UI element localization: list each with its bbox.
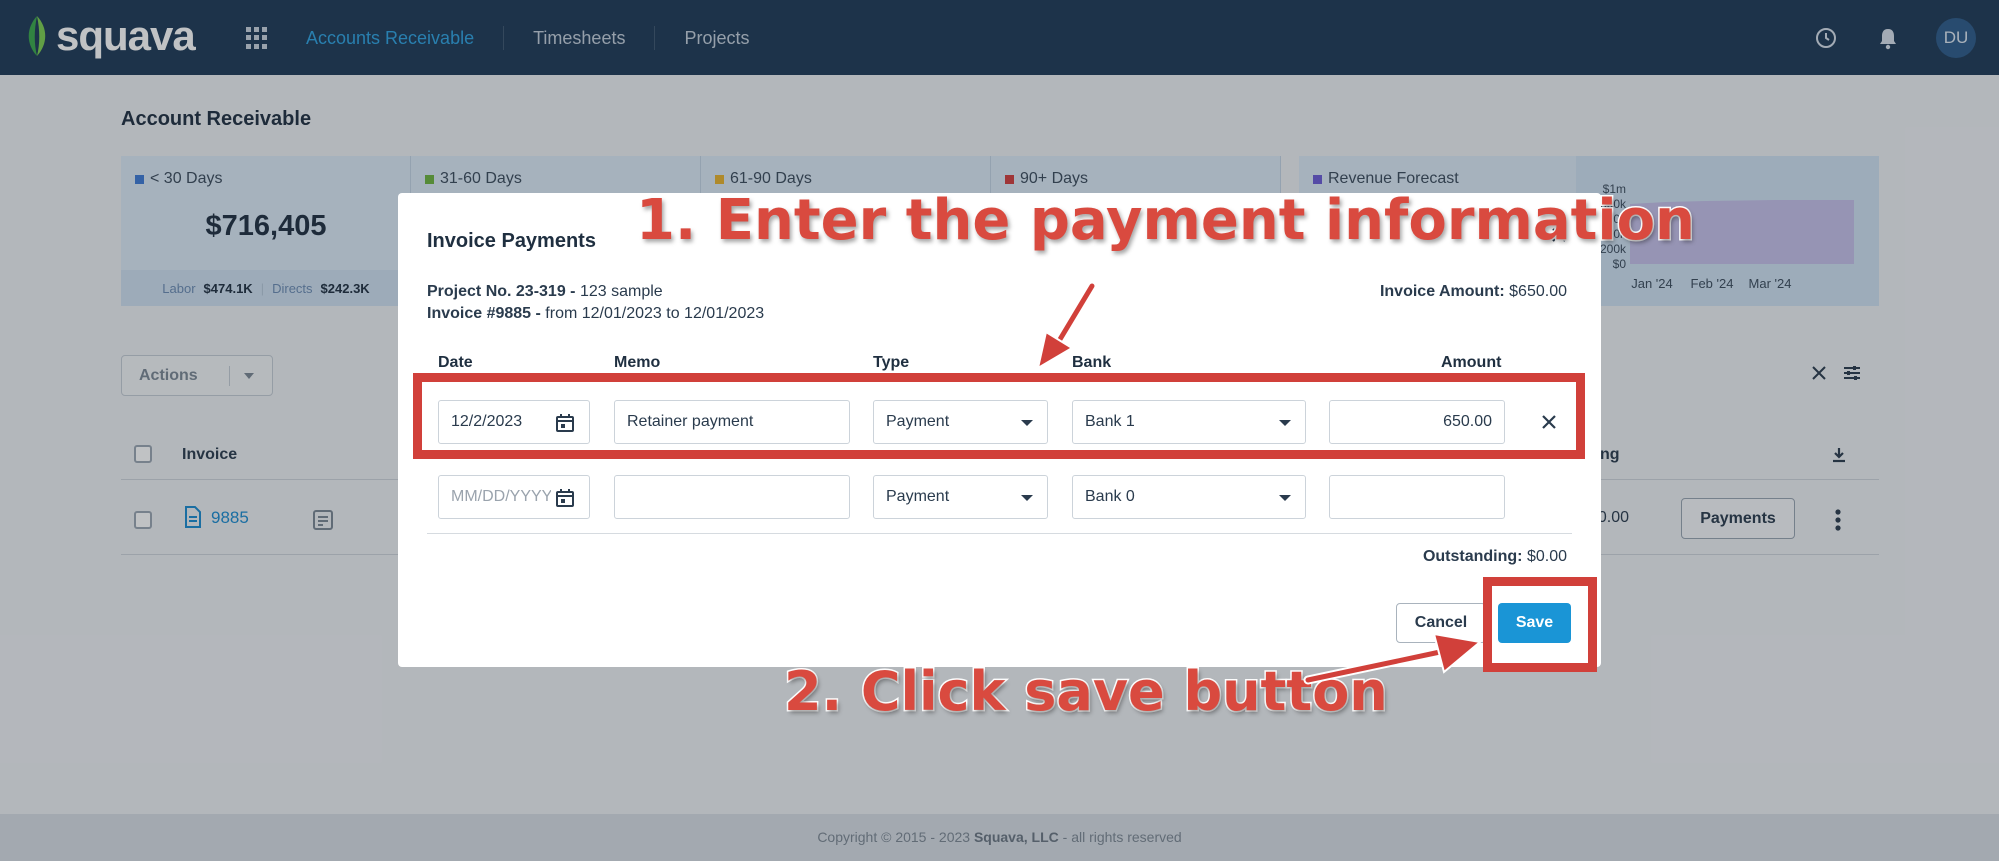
save-button-highlight <box>1483 577 1597 672</box>
invoice-amount-label: Invoice Amount: <box>1379 283 1505 300</box>
column-amount: Amount <box>1441 354 1502 371</box>
bank-select[interactable]: Bank 0 <box>1072 475 1306 519</box>
project-info: Project No. 23-319 - 123 sample <box>427 283 663 301</box>
invoice-number: Invoice #9885 - <box>427 305 541 322</box>
divider <box>427 533 1572 534</box>
invoice-amount-value: $650.00 <box>1509 283 1567 300</box>
chevron-down-icon <box>1021 495 1033 501</box>
calendar-icon[interactable] <box>555 488 575 508</box>
bank-value: Bank 0 <box>1085 488 1135 505</box>
column-date: Date <box>438 354 473 371</box>
column-memo: Memo <box>614 354 661 371</box>
type-select[interactable]: Payment <box>873 475 1048 519</box>
type-value: Payment <box>886 488 950 505</box>
date-placeholder: MM/DD/YYYY <box>451 488 551 505</box>
invoice-amount: Invoice Amount: $650.00 <box>1380 283 1567 301</box>
step-1-annotation: 1. Enter the payment information <box>635 187 1697 255</box>
payment-row-highlight <box>413 373 1585 459</box>
outstanding-label: Outstanding: <box>1422 548 1523 565</box>
date-field[interactable]: MM/DD/YYYY <box>438 475 590 519</box>
invoice-date-range: from 12/01/2023 to 12/01/2023 <box>545 305 765 322</box>
project-name: 123 sample <box>579 283 663 300</box>
dialog-title: Invoice Payments <box>427 230 596 252</box>
project-number: Project No. 23-319 - <box>427 283 576 300</box>
invoice-info: Invoice #9885 - from 12/01/2023 to 12/01… <box>427 305 764 323</box>
chevron-down-icon <box>1279 495 1291 501</box>
column-type: Type <box>873 354 910 371</box>
step-2-annotation: 2. Click save button <box>783 659 1390 725</box>
arrow-down-icon <box>1036 281 1097 371</box>
outstanding-total: Outstanding: $0.00 <box>1423 548 1567 566</box>
amount-field[interactable] <box>1329 475 1505 519</box>
arrow-right-icon <box>1303 632 1483 685</box>
memo-field[interactable] <box>614 475 850 519</box>
outstanding-value: $0.00 <box>1526 548 1567 565</box>
